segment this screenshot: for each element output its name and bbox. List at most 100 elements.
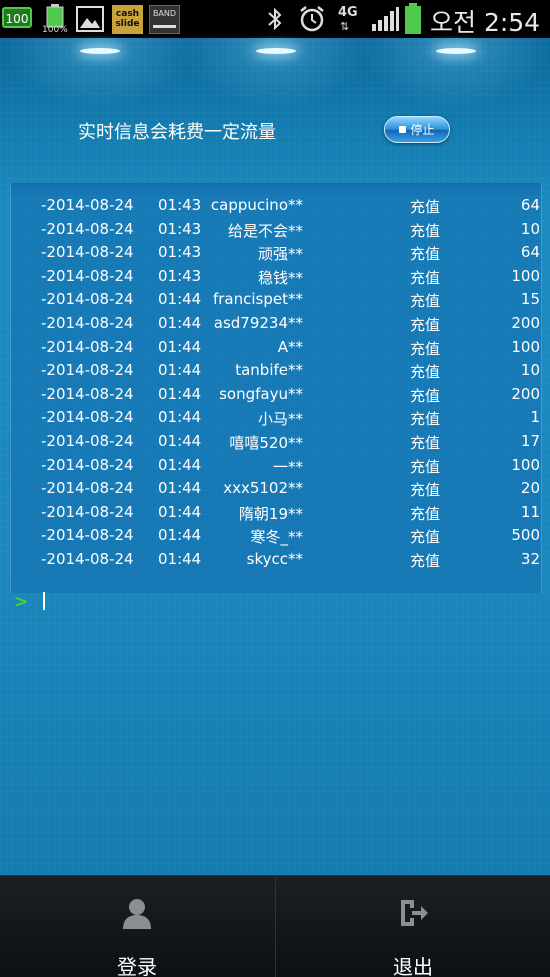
text-cursor (43, 592, 45, 610)
log-user: francispet** (212, 290, 303, 309)
log-time: 01:44 (158, 432, 202, 450)
exit-icon (401, 900, 428, 926)
log-user: 隋朝19** (238, 504, 303, 523)
logout-button[interactable]: 退出 (275, 876, 550, 977)
bluetooth-icon (268, 7, 282, 31)
log-user: 寒冬_** (250, 528, 303, 547)
log-type: 充值 (410, 292, 441, 311)
log-row: -2014-08-24 01:44 francispet** 充值 15 (11, 288, 541, 312)
log-user: 稳钱** (257, 268, 303, 287)
log-time: 01:44 (158, 290, 202, 309)
log-amount: 20 (520, 479, 540, 498)
alarm-icon (300, 6, 324, 32)
log-row: -2014-08-24 01:44 skycc** 充值 32 (11, 548, 541, 572)
log-time: 01:44 (158, 337, 202, 356)
log-type: 充值 (410, 504, 441, 523)
log-type: 充值 (410, 410, 441, 429)
spotlight (80, 48, 120, 54)
main-content: 实时信息会耗费一定流量 停止 -2014-08-24 01:43 cappucino… (0, 38, 550, 875)
battery-full-icon (405, 3, 421, 34)
log-row: -2014-08-24 01:44 隋朝19** 充值 11 (11, 501, 541, 525)
log-date: -2014-08-24 (41, 502, 134, 521)
gallery-icon (76, 6, 104, 32)
log-user: 顽强** (257, 245, 303, 264)
log-time: 01:44 (158, 314, 202, 332)
log-user: xxx5102** (223, 479, 303, 498)
log-time: 01:44 (158, 479, 202, 498)
log-amount: 100 (511, 337, 540, 356)
login-button[interactable]: 登录 (0, 876, 274, 977)
log-time: 01:44 (158, 502, 202, 521)
log-amount: 1 (530, 408, 540, 427)
log-user: skycc** (246, 550, 303, 568)
log-amount: 200 (511, 384, 540, 403)
console-prompt: > (14, 592, 29, 612)
signal-icon (372, 7, 399, 31)
log-time: 01:44 (158, 550, 202, 568)
log-row: -2014-08-24 01:44 xxx5102** 充值 20 (11, 477, 541, 501)
log-date: -2014-08-24 (41, 361, 134, 380)
log-amount: 64 (520, 243, 540, 262)
log-row: -2014-08-24 01:43 给是不会** 充值 10 (11, 218, 541, 242)
cashslide-icon: cash slide (112, 5, 143, 34)
log-time: 01:43 (158, 243, 202, 262)
log-date: -2014-08-24 (41, 337, 134, 356)
log-date: -2014-08-24 (41, 384, 134, 403)
log-type: 充值 (410, 339, 441, 358)
log-time: 01:44 (158, 526, 202, 545)
log-user: tanbife** (235, 361, 303, 380)
log-date: -2014-08-24 (41, 550, 134, 568)
log-date: -2014-08-24 (41, 266, 134, 285)
log-time: 01:43 (158, 196, 202, 214)
log-date: -2014-08-24 (41, 243, 134, 262)
network-type: 4G (338, 5, 358, 20)
log-row: -2014-08-24 01:44 songfayu** 充值 200 (11, 383, 541, 407)
log-type: 充值 (410, 363, 441, 382)
realtime-log-list[interactable]: -2014-08-24 01:43 cappucino** 充值 64 -2014-08-… (10, 183, 542, 593)
person-icon (123, 899, 151, 929)
log-amount: 200 (511, 314, 540, 332)
console-input-line[interactable]: > (0, 592, 550, 632)
log-type: 充值 (410, 245, 441, 264)
bottom-nav: 登录 退出 (0, 875, 550, 977)
log-row: -2014-08-24 01:44 asd79234** 充值 200 (11, 312, 541, 336)
log-user: 一** (272, 457, 303, 476)
log-amount: 11 (520, 502, 540, 521)
log-user: A** (277, 337, 303, 356)
log-date: -2014-08-24 (41, 408, 134, 427)
clock-time: 오전 2:54 (430, 8, 541, 37)
spotlight (436, 48, 476, 54)
stop-button-label: 停止 (410, 123, 435, 137)
spotlight (256, 48, 296, 54)
log-row: -2014-08-24 01:44 小马** 充值 1 (11, 406, 541, 430)
log-type: 充值 (410, 386, 441, 405)
log-user: 嘻嘻520** (229, 434, 303, 452)
status-bar: 100 100% cash slide BAND 4G ⇅ 오전 2:54 (0, 0, 550, 38)
log-user: songfayu** (219, 384, 303, 403)
log-amount: 32 (520, 550, 540, 568)
log-row: -2014-08-24 01:44 tanbife** 充值 10 (11, 359, 541, 383)
log-time: 01:44 (158, 408, 202, 427)
log-date: -2014-08-24 (41, 526, 134, 545)
stop-icon (399, 126, 407, 133)
log-amount: 500 (511, 526, 540, 545)
traffic-warning-text: 实时信息会耗费一定流量 (78, 122, 276, 143)
log-row: -2014-08-24 01:44 A** 充值 100 (11, 336, 541, 360)
log-row: -2014-08-24 01:44 一** 充值 100 (11, 454, 541, 478)
log-time: 01:43 (158, 219, 202, 238)
log-row: -2014-08-24 01:44 嘻嘻520** 充值 17 (11, 430, 541, 454)
log-type: 充值 (410, 434, 441, 452)
app-root: 100 100% cash slide BAND 4G ⇅ 오전 2:54 实时… (0, 0, 550, 977)
log-type: 充值 (410, 198, 441, 216)
stop-button[interactable]: 停止 (384, 116, 450, 143)
log-type: 充值 (410, 457, 441, 476)
log-row: -2014-08-24 01:43 cappucino** 充值 64 (11, 194, 541, 218)
log-date: -2014-08-24 (41, 455, 134, 474)
log-time: 01:43 (158, 266, 202, 285)
log-user: cappucino** (210, 196, 303, 214)
log-type: 充值 (410, 528, 441, 547)
log-amount: 100 (511, 266, 540, 285)
battery-percent: 100% (42, 25, 68, 35)
data-arrows-icon: ⇅ (340, 20, 350, 33)
log-row-partial (11, 183, 541, 194)
